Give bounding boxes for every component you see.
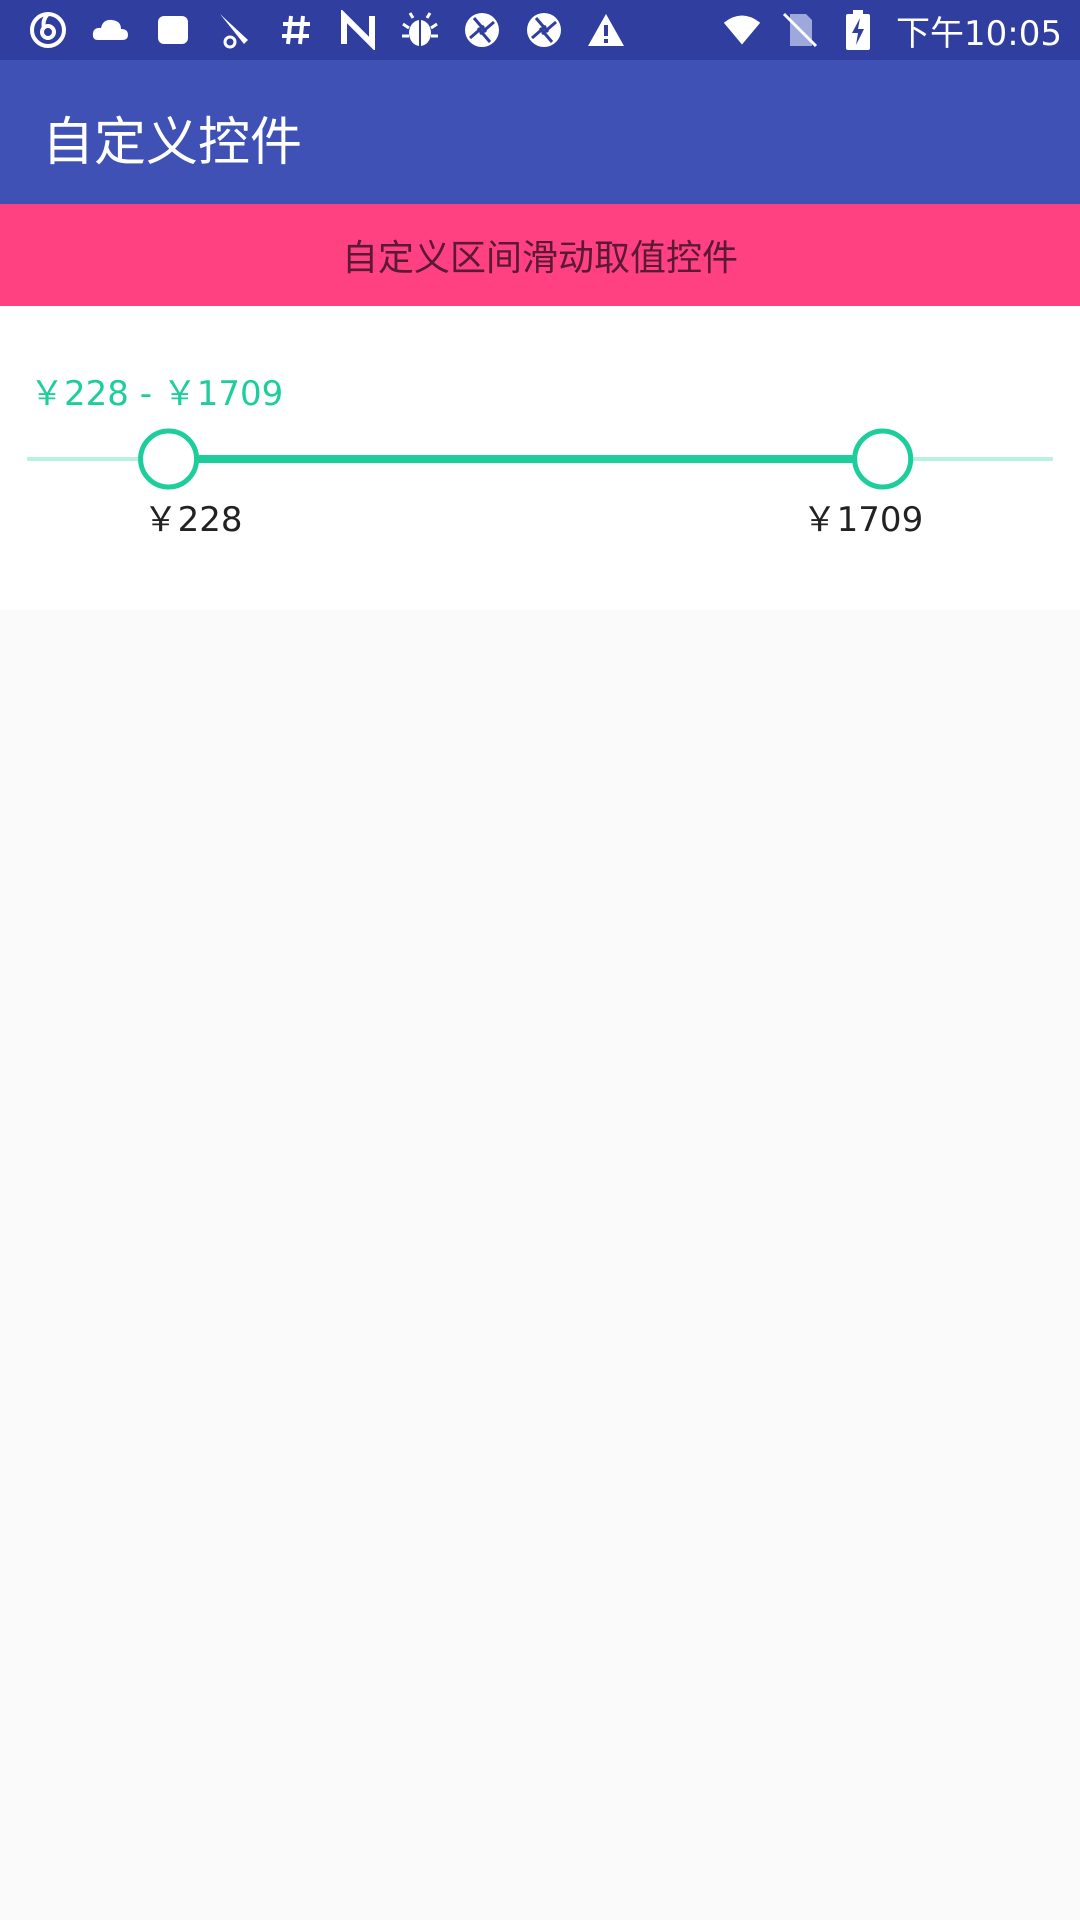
min-value-label: ￥228 bbox=[143, 500, 243, 540]
app-bar: 自定义控件 bbox=[0, 60, 1080, 204]
range-slider-panel: ￥228 - ￥1709 ￥228 ￥1709 bbox=[0, 306, 1080, 610]
bug-icon bbox=[398, 8, 442, 52]
square-app-icon bbox=[150, 8, 194, 52]
status-bar: 下午10:05 bbox=[0, 0, 1080, 60]
hashtag-icon bbox=[274, 8, 318, 52]
banner: 自定义区间滑动取值控件 bbox=[0, 204, 1080, 306]
cloud-icon bbox=[88, 8, 132, 52]
aperture-icon bbox=[460, 8, 504, 52]
min-thumb[interactable] bbox=[138, 428, 200, 490]
range-slider[interactable] bbox=[0, 306, 1080, 610]
pencil-app-icon bbox=[212, 8, 256, 52]
battery-charging-icon bbox=[838, 10, 878, 50]
max-thumb[interactable] bbox=[852, 428, 914, 490]
status-time: 下午10:05 bbox=[896, 13, 1062, 54]
netease-music-icon bbox=[26, 8, 70, 52]
notification-icons bbox=[26, 8, 628, 52]
aperture-icon-2 bbox=[522, 8, 566, 52]
max-value-label: ￥1709 bbox=[802, 500, 924, 540]
n-app-icon bbox=[336, 8, 380, 52]
no-sim-icon bbox=[780, 10, 820, 50]
banner-title: 自定义区间滑动取值控件 bbox=[341, 238, 738, 279]
warning-icon bbox=[584, 8, 628, 52]
system-icons: 下午10:05 bbox=[722, 0, 1062, 60]
app-title: 自定义控件 bbox=[42, 113, 303, 173]
wifi-icon bbox=[722, 10, 762, 50]
